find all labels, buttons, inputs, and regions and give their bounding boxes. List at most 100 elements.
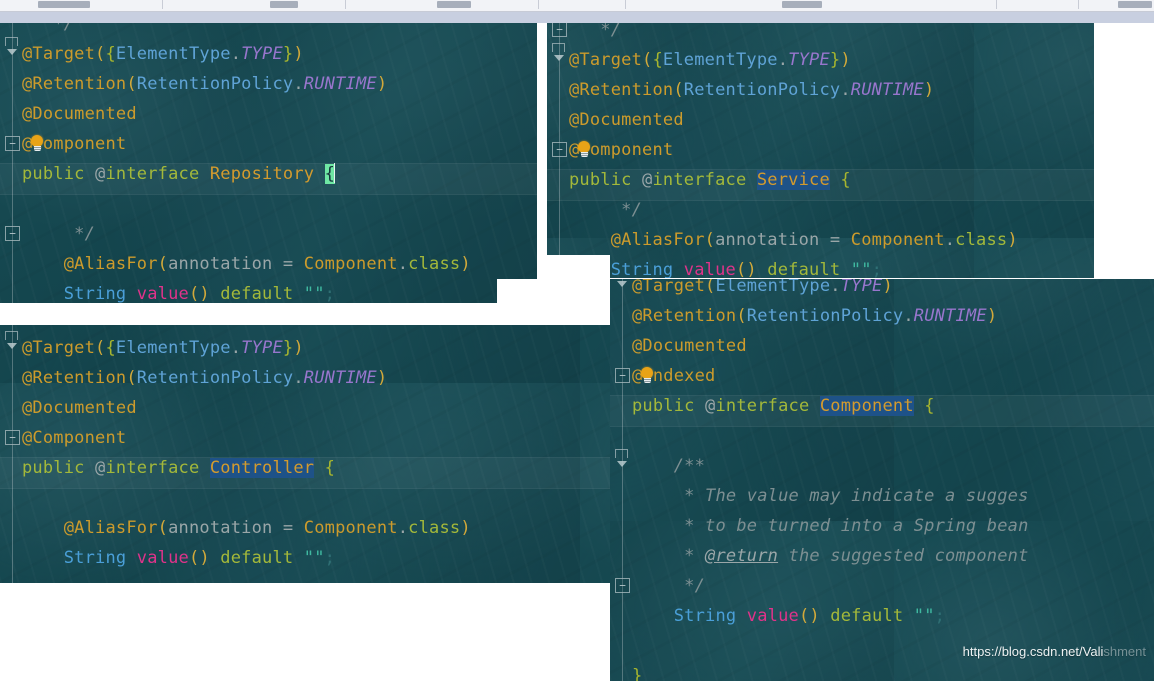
code-line[interactable]: */ — [22, 219, 471, 249]
fold-collapse-arrow-icon[interactable] — [5, 331, 20, 355]
code-token: interface — [105, 164, 200, 184]
code-token: ) — [460, 518, 471, 538]
toolbar-icon-group-3[interactable] — [437, 1, 471, 8]
code-line[interactable]: @Documented — [569, 105, 1018, 135]
code-line[interactable]: @Retention(RetentionPolicy.RUNTIME) — [569, 75, 1018, 105]
code-line[interactable]: @Target({ElementType.TYPE}) — [569, 45, 1018, 75]
code-text-repository[interactable]: */@Target({ElementType.TYPE}) @Retention(… — [22, 23, 471, 303]
fold-minus-icon[interactable] — [5, 226, 20, 241]
code-text-service[interactable]: */@Target({ElementType.TYPE}) @Retention(… — [569, 23, 1018, 278]
code-text-component[interactable]: @Target(ElementType.TYPE) @Retention(Rete… — [632, 279, 1029, 681]
code-token: Component — [303, 254, 398, 274]
fold-minus-icon[interactable] — [615, 368, 630, 383]
editor-panel-component[interactable]: @Target(ElementType.TYPE) @Retention(Rete… — [610, 279, 1154, 681]
code-line[interactable]: */ — [569, 23, 1018, 45]
code-line[interactable]: */ — [632, 571, 1029, 601]
code-token: annotation — [168, 254, 273, 274]
code-line[interactable]: * to be turned into a Spring bean — [632, 511, 1029, 541]
code-text-controller[interactable]: @Target({ElementType.TYPE}) @Retention(Re… — [22, 333, 471, 573]
ide-toolbar-strip[interactable] — [0, 0, 1154, 12]
code-token: { — [105, 338, 116, 358]
code-token: value — [746, 606, 799, 626]
code-token: @ — [95, 164, 106, 184]
code-line[interactable]: public @interface Repository { — [22, 159, 471, 189]
code-line[interactable]: @Retention(RetentionPolicy.RUNTIME) — [632, 301, 1029, 331]
code-line[interactable]: @AliasFor(annotation = Component.class) — [22, 249, 471, 279]
watermark-csdn: https://blog.csdn.net/Valishment — [963, 644, 1146, 659]
code-line[interactable]: String value() default ""; — [22, 543, 471, 573]
code-line[interactable]: @Indexed — [632, 361, 1029, 391]
code-line[interactable]: @AliasFor(annotation = Component.class) — [569, 225, 1018, 255]
editor-gutter[interactable] — [0, 23, 22, 303]
fold-collapse-arrow-icon[interactable] — [615, 279, 630, 293]
code-line[interactable]: String value() default ""; — [22, 279, 471, 303]
fold-collapse-arrow-icon[interactable] — [615, 449, 630, 473]
code-line[interactable]: @Documented — [632, 331, 1029, 361]
editor-panel-service[interactable]: */@Target({ElementType.TYPE}) @Retention(… — [547, 23, 1094, 278]
editor-panel-repository[interactable]: */@Target({ElementType.TYPE}) @Retention(… — [0, 23, 537, 303]
code-token: public — [22, 458, 85, 478]
code-line[interactable]: @AliasFor(annotation = Component.class) — [22, 513, 471, 543]
code-line[interactable] — [632, 421, 1029, 451]
code-token: } — [282, 44, 294, 64]
intention-lightbulb-icon[interactable] — [640, 367, 655, 384]
code-line[interactable]: public @interface Service { — [569, 165, 1018, 195]
toolbar-icon-group-5[interactable] — [1118, 1, 1152, 8]
toolbar-icon-group-1[interactable] — [38, 1, 90, 8]
fold-minus-icon[interactable] — [552, 142, 567, 157]
code-line[interactable]: */ — [22, 23, 471, 39]
code-token: Component — [303, 518, 398, 538]
code-line[interactable]: @Target({ElementType.TYPE}) — [22, 39, 471, 69]
editor-gutter[interactable] — [610, 279, 632, 681]
code-line[interactable] — [22, 189, 471, 219]
code-token: @Documented — [632, 336, 747, 356]
fold-collapse-arrow-icon[interactable] — [552, 43, 567, 67]
code-token: ) — [376, 74, 388, 94]
code-line[interactable]: @Retention(RetentionPolicy.RUNTIME) — [22, 363, 471, 393]
code-line[interactable]: } — [632, 661, 1029, 681]
code-line[interactable]: @Documented — [22, 99, 471, 129]
code-line[interactable]: @Component — [569, 135, 1018, 165]
toolbar-icon-group-4[interactable] — [782, 1, 822, 8]
code-line[interactable]: @Documented — [22, 393, 471, 423]
code-token: @Documented — [22, 104, 137, 124]
code-line[interactable]: @Target({ElementType.TYPE}) — [22, 333, 471, 363]
code-line[interactable]: String value() default ""; — [569, 255, 1018, 278]
code-token: default — [220, 548, 294, 568]
fold-collapse-arrow-icon[interactable] — [5, 37, 20, 61]
seam-right-upper — [1094, 23, 1154, 279]
code-line[interactable]: @Component — [22, 423, 471, 453]
code-line[interactable]: @Retention(RetentionPolicy.RUNTIME) — [22, 69, 471, 99]
code-line[interactable]: @Target(ElementType.TYPE) — [632, 279, 1029, 301]
code-line[interactable]: /** — [632, 451, 1029, 481]
code-token: . — [397, 254, 409, 274]
code-line[interactable]: * @return the suggested component — [632, 541, 1029, 571]
intention-lightbulb-icon[interactable] — [30, 135, 45, 152]
code-token: @AliasFor — [63, 518, 158, 538]
code-line[interactable] — [22, 483, 471, 513]
code-line[interactable]: String value() default ""; — [632, 601, 1029, 631]
code-line[interactable]: public @interface Component { — [632, 391, 1029, 421]
code-token: ( — [736, 306, 747, 326]
toolbar-icon-group-2[interactable] — [270, 1, 298, 8]
code-line[interactable]: */ — [569, 195, 1018, 225]
intention-lightbulb-icon[interactable] — [577, 141, 592, 158]
fold-minus-icon[interactable] — [615, 578, 630, 593]
code-token: value — [136, 284, 189, 303]
fold-minus-icon[interactable] — [552, 23, 567, 37]
code-line[interactable]: public @interface Controller { — [22, 453, 471, 483]
editor-gutter[interactable] — [0, 325, 22, 583]
code-line[interactable]: * The value may indicate a sugges — [632, 481, 1029, 511]
fold-minus-icon[interactable] — [5, 430, 20, 445]
editor-panel-controller[interactable]: @Target({ElementType.TYPE}) @Retention(Re… — [0, 325, 620, 583]
fold-minus-icon[interactable] — [5, 136, 20, 151]
code-line[interactable]: @Component — [22, 129, 471, 159]
seam-upper-center — [537, 255, 610, 279]
code-token: "" — [303, 548, 325, 568]
